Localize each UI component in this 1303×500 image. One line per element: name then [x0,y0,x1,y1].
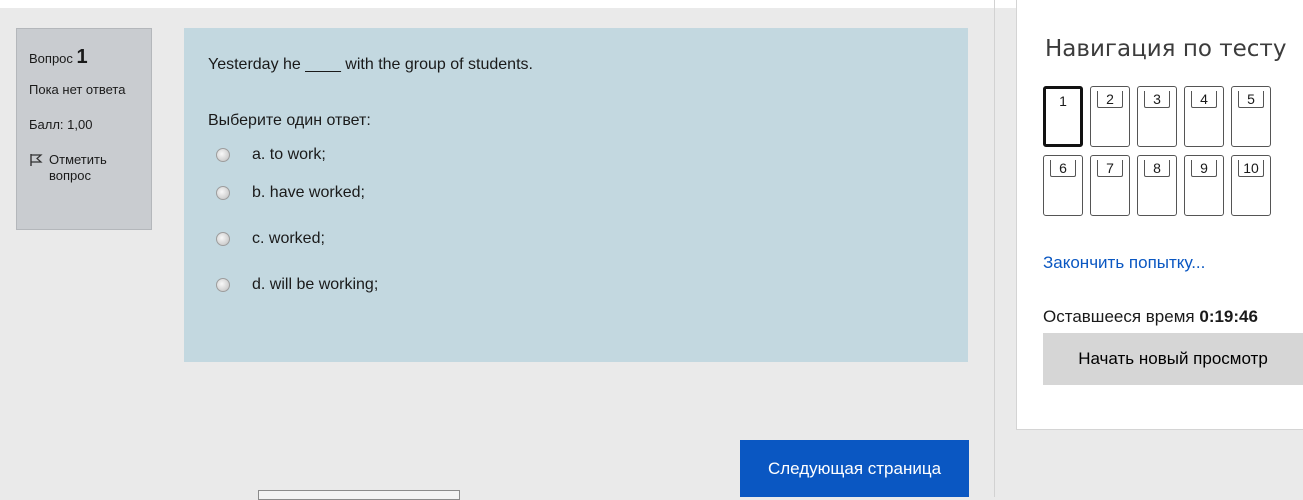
radio-button[interactable] [216,186,230,200]
question-nav-grid: 1 2 3 4 5 6 7 8 9 10 [1043,86,1279,216]
answer-option-d[interactable]: d. will be working; [208,262,944,308]
nav-question-button[interactable]: 5 [1231,86,1271,147]
nav-question-number[interactable]: 4 [1185,91,1223,107]
answer-prompt: Выберите один ответ: [208,112,371,129]
nav-question-button[interactable]: 8 [1137,155,1177,216]
start-new-preview-button[interactable]: Начать новый просмотр [1043,333,1303,385]
nav-question-number[interactable]: 10 [1232,160,1270,176]
nav-question-number[interactable]: 8 [1138,160,1176,176]
nav-question-button[interactable]: 2 [1090,86,1130,147]
nav-question-button[interactable]: 1 [1043,86,1083,147]
question-info-box: Вопрос 1 Пока нет ответа Балл: 1,00 Отме… [16,28,152,230]
question-grade: Балл: 1,00 [29,117,93,133]
time-left-label: Оставшееся время [1043,307,1195,326]
nav-question-button[interactable]: 7 [1090,155,1130,216]
nav-question-number[interactable]: 1 [1046,93,1080,109]
navigation-title: Навигация по тесту [1045,36,1287,62]
nav-question-number[interactable]: 7 [1091,160,1129,176]
answer-label[interactable]: c. worked; [252,230,325,248]
finish-attempt-link[interactable]: Закончить попытку... [1043,253,1205,273]
flag-question-label[interactable]: Отметить вопрос [49,152,141,185]
nav-question-button[interactable]: 9 [1184,155,1224,216]
radio-button[interactable] [216,148,230,162]
partial-offscreen-box [258,490,460,500]
answer-option-c[interactable]: c. worked; [208,216,944,262]
question-number-prefix: Вопрос [29,51,73,66]
nav-question-number[interactable]: 5 [1232,91,1270,107]
nav-question-button[interactable]: 4 [1184,86,1224,147]
question-number-value: 1 [76,46,88,68]
question-state: Пока нет ответа [29,82,126,97]
nav-question-number[interactable]: 9 [1185,160,1223,176]
nav-question-button[interactable]: 10 [1231,155,1271,216]
answer-label[interactable]: d. will be working; [252,276,378,294]
nav-question-button[interactable]: 6 [1043,155,1083,216]
nav-question-number[interactable]: 3 [1138,91,1176,107]
time-left: Оставшееся время 0:19:46 [1043,307,1258,327]
nav-question-button[interactable]: 3 [1137,86,1177,147]
quiz-navigation-panel: Навигация по тесту 1 2 3 4 5 6 7 8 9 10 … [1016,0,1303,430]
answer-option-b[interactable]: b. have worked; [208,170,944,216]
answer-list: a. to work; b. have worked; c. worked; d… [208,140,944,308]
nav-question-number[interactable]: 6 [1044,160,1082,176]
question-number: Вопрос 1 [29,45,141,70]
next-page-button[interactable]: Следующая страница [740,440,969,497]
answer-option-a[interactable]: a. to work; [208,140,944,170]
question-text: Yesterday he ____ with the group of stud… [208,56,533,73]
radio-button[interactable] [216,278,230,292]
question-content: Yesterday he ____ with the group of stud… [184,28,968,362]
answer-label[interactable]: a. to work; [252,146,326,164]
flag-icon[interactable] [29,153,43,171]
column-divider [994,0,995,497]
nav-question-number[interactable]: 2 [1091,91,1129,107]
time-left-value: 0:19:46 [1199,307,1258,326]
radio-button[interactable] [216,232,230,246]
answer-label[interactable]: b. have worked; [252,184,365,202]
flag-question-link[interactable]: Отметить вопрос [29,152,141,185]
